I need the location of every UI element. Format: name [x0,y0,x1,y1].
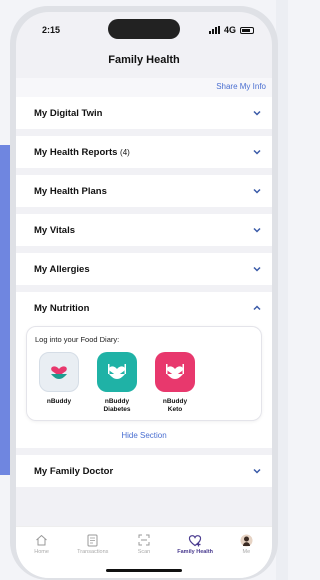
heart-plus-icon [170,533,220,547]
home-indicator [106,569,182,572]
section-health-reports[interactable]: My Health Reports (4) [16,136,272,168]
tab-bar: Home Transactions Scan Family Health Me [16,526,272,578]
section-nutrition: My Nutrition Log into your Food Diary: n… [16,292,272,448]
section-label: My Allergies [34,263,90,275]
section-health-plans[interactable]: My Health Plans [16,175,272,207]
nbuddy-diabetes-app-icon [97,352,137,392]
section-nutrition-header[interactable]: My Nutrition [16,292,272,324]
status-indicators: 4G [208,25,254,35]
chevron-down-icon [252,108,262,118]
phone-screen: 2:15 4G Family Health Share My Info My D… [16,12,272,578]
status-time: 2:15 [42,25,61,35]
dynamic-island [108,19,180,39]
tab-me[interactable]: Me [221,533,271,578]
chevron-down-icon [252,225,262,235]
app-list: nBuddy nBuddy Diabetes nBuddy Keto [35,352,253,414]
chevron-down-icon [252,186,262,196]
phone-frame: 2:15 4G Family Health Share My Info My D… [10,6,278,580]
network-label: 4G [223,25,236,35]
section-label: My Vitals [34,224,76,236]
receipt-icon [68,533,118,547]
section-label: My Nutrition [34,302,90,314]
section-label: My Health Reports (4) [34,146,130,158]
avatar-icon [221,533,271,547]
section-label: My Family Doctor [34,465,114,477]
nbuddy-keto-app-icon [155,352,195,392]
home-icon [17,533,67,547]
main-content: Share My Info My Digital Twin My Health … [16,78,272,487]
section-label: My Digital Twin [34,107,103,119]
tab-home[interactable]: Home [17,533,67,578]
page-title: Family Health [108,54,180,66]
section-vitals[interactable]: My Vitals [16,214,272,246]
app-nbuddy[interactable]: nBuddy [37,352,81,414]
section-digital-twin[interactable]: My Digital Twin [16,97,272,129]
section-allergies[interactable]: My Allergies [16,253,272,285]
reports-count: (4) [120,147,130,157]
chevron-down-icon [252,264,262,274]
scan-icon [119,533,169,547]
food-diary-card: Log into your Food Diary: nBuddy nBuddy … [26,326,262,421]
signal-icon [208,26,220,34]
hide-section-link[interactable]: Hide Section [16,421,272,440]
app-nbuddy-diabetes[interactable]: nBuddy Diabetes [95,352,139,414]
section-label: My Health Plans [34,185,107,197]
nbuddy-app-icon [39,352,79,392]
app-nbuddy-keto[interactable]: nBuddy Keto [153,352,197,414]
section-family-doctor[interactable]: My Family Doctor [16,455,272,487]
share-my-info-link[interactable]: Share My Info [16,78,272,97]
battery-icon [240,26,254,34]
food-diary-label: Log into your Food Diary: [35,335,120,344]
chevron-down-icon [252,147,262,157]
chevron-up-icon [252,303,262,313]
chevron-down-icon [252,466,262,476]
